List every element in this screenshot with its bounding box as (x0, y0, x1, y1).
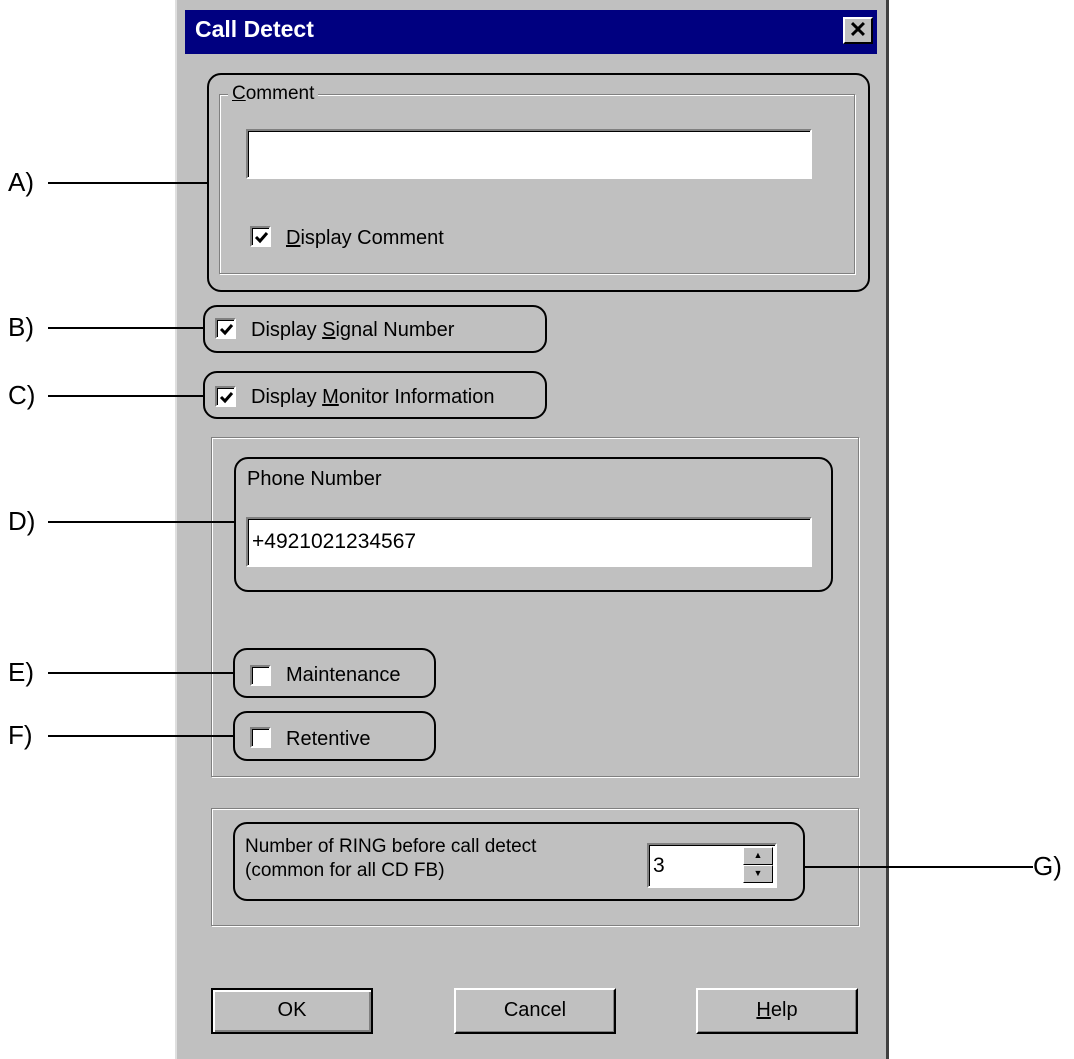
callout-label-g: G) (1033, 851, 1062, 881)
leader-line-a (48, 182, 207, 184)
callout-label-f: F) (8, 720, 33, 750)
leader-line-c (48, 395, 203, 397)
callout-box-g (233, 822, 805, 901)
help-button[interactable]: Help (696, 988, 858, 1034)
dialog-title: Call Detect (195, 16, 314, 42)
callout-label-d: D) (8, 506, 36, 536)
callout-box-e (233, 648, 436, 698)
callout-box-a (207, 73, 870, 292)
leader-line-d (48, 521, 234, 523)
leader-line-f (48, 735, 233, 737)
leader-line-e (48, 672, 233, 674)
callout-label-c: C) (8, 380, 36, 410)
ok-button[interactable]: OK (211, 988, 373, 1034)
close-icon: ✕ (848, 17, 868, 42)
callout-box-b (203, 305, 547, 353)
close-button[interactable]: ✕ (843, 17, 873, 44)
callout-box-f (233, 711, 436, 761)
callout-label-a: A) (8, 167, 34, 197)
callout-label-e: E) (8, 657, 34, 687)
leader-line-b (48, 327, 203, 329)
cancel-button[interactable]: Cancel (454, 988, 616, 1034)
callout-box-c (203, 371, 547, 419)
callout-box-d (234, 457, 833, 592)
leader-line-g (805, 866, 1033, 868)
callout-label-b: B) (8, 312, 34, 342)
